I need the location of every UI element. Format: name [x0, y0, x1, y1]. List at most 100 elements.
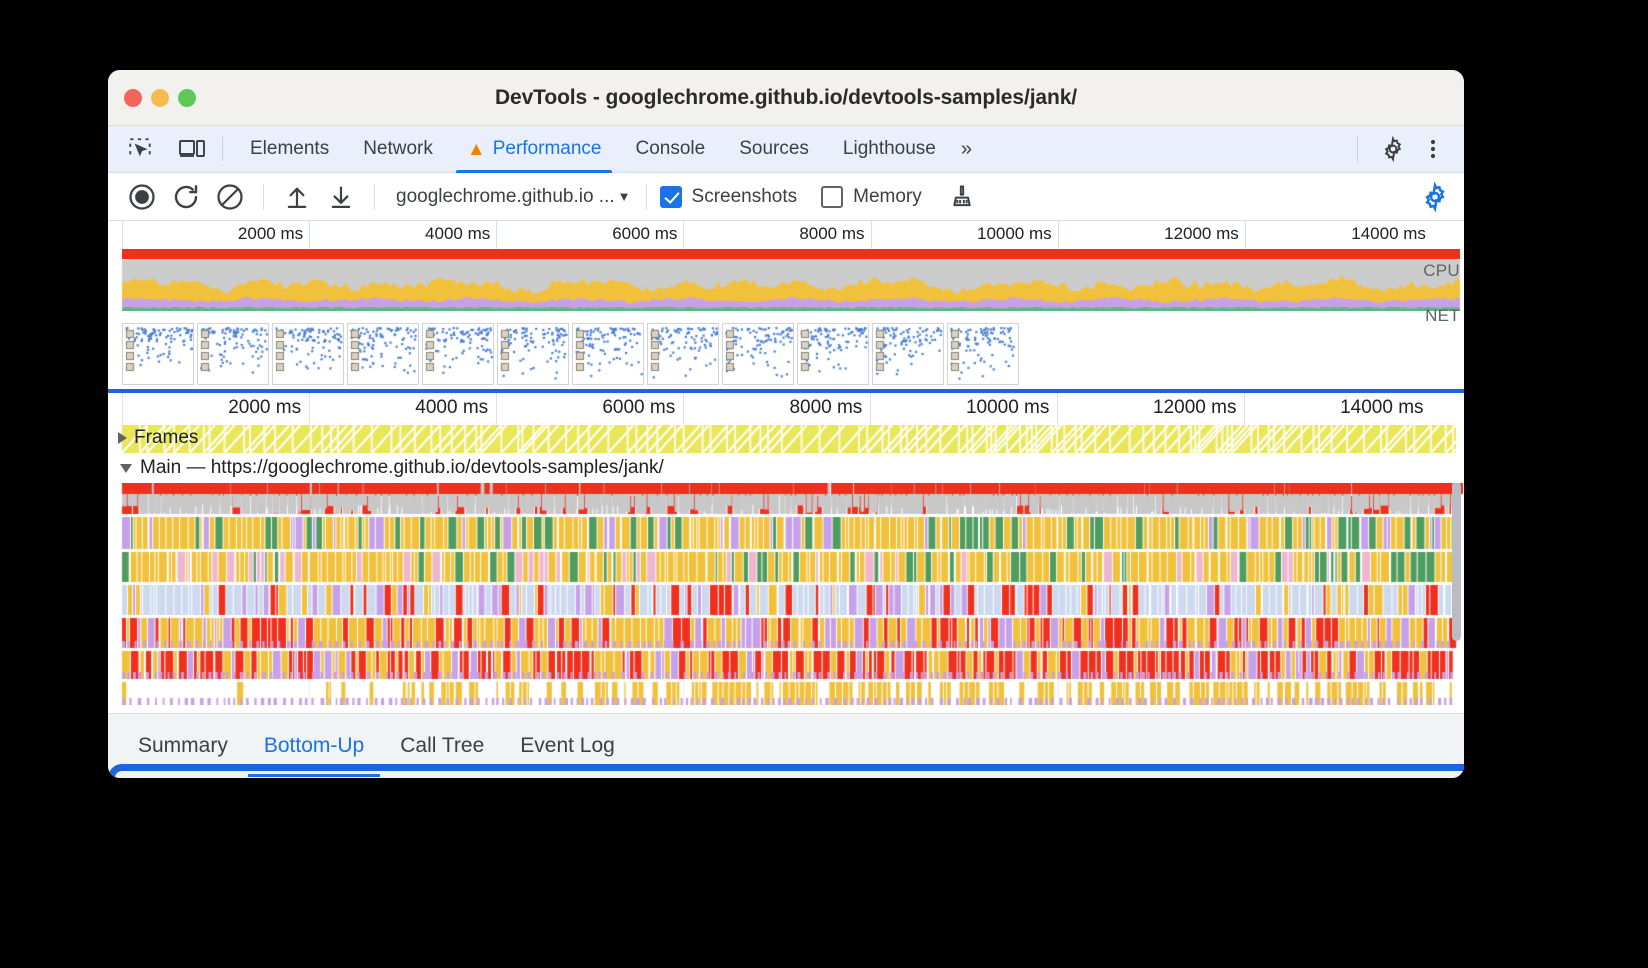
- memory-label: Memory: [853, 185, 922, 207]
- timeline-overview[interactable]: 2000 ms 4000 ms 6000 ms 8000 ms 10000 ms 1200…: [108, 221, 1464, 389]
- inspect-element-icon[interactable]: [120, 134, 160, 164]
- memory-checkbox[interactable]: Memory: [821, 185, 922, 208]
- filmstrip-thumbnail[interactable]: [422, 323, 494, 385]
- toolbar-divider-3: [645, 183, 647, 210]
- filmstrip-thumbnail[interactable]: [722, 323, 794, 385]
- main-track-label: Main — https://googlechrome.github.io/de…: [140, 457, 664, 478]
- more-vertical-icon[interactable]: [1414, 130, 1452, 168]
- detail-tick: 12000 ms: [1057, 393, 1244, 425]
- record-icon[interactable]: [120, 175, 164, 219]
- filmstrip-thumbnail[interactable]: [197, 323, 269, 385]
- overview-tick: 6000 ms: [496, 221, 683, 249]
- filmstrip-thumbnail[interactable]: [872, 323, 944, 385]
- devtools-tabstrip: Elements Network ▲ Performance Console S…: [108, 126, 1464, 173]
- download-profile-icon[interactable]: [319, 175, 363, 219]
- capture-settings-icon[interactable]: [1420, 181, 1450, 212]
- filmstrip-thumbnail[interactable]: [497, 323, 569, 385]
- tab-call-tree-label: Call Tree: [400, 734, 485, 757]
- overview-tick: 14000 ms: [1244, 221, 1432, 249]
- window-titlebar: DevTools - googlechrome.github.io/devtoo…: [108, 70, 1464, 126]
- filmstrip-thumbnail[interactable]: [647, 323, 719, 385]
- tab-console-label: Console: [635, 138, 706, 159]
- warning-triangle-icon: ▲: [466, 138, 486, 160]
- overview-tick: 4000 ms: [309, 221, 496, 249]
- filmstrip-thumbnail[interactable]: [122, 323, 194, 385]
- traffic-lights: [124, 88, 196, 107]
- filmstrip[interactable]: [108, 323, 1464, 389]
- toolbar-divider-1: [263, 183, 264, 210]
- filmstrip-thumbnail[interactable]: [797, 323, 869, 385]
- close-window-button[interactable]: [124, 88, 142, 107]
- detail-tick: 14000 ms: [1244, 393, 1431, 425]
- toolbar-divider-2: [374, 183, 375, 210]
- tab-console[interactable]: Console: [618, 126, 722, 173]
- detail-ruler: 2000 ms 4000 ms 6000 ms 8000 ms 10000 ms 1200…: [108, 393, 1464, 425]
- collapse-triangle-icon[interactable]: [120, 463, 132, 473]
- tab-summary[interactable]: Summary: [122, 715, 244, 777]
- filmstrip-thumbnail[interactable]: [347, 323, 419, 385]
- tab-bottom-up-label: Bottom-Up: [263, 734, 365, 757]
- cpu-chart-label: CPU: [1423, 261, 1460, 280]
- main-track-header[interactable]: Main — https://googlechrome.github.io/de…: [108, 453, 1464, 483]
- tab-performance[interactable]: ▲ Performance: [450, 126, 619, 173]
- frames-track-header[interactable]: Frames: [118, 427, 198, 449]
- tab-elements[interactable]: Elements: [233, 126, 346, 173]
- screenshot-root: DevTools - googlechrome.github.io/devtoo…: [0, 0, 1648, 968]
- long-task-bar: [122, 249, 1460, 259]
- overview-ruler: 2000 ms 4000 ms 6000 ms 8000 ms 10000 ms 1200…: [108, 221, 1464, 249]
- tab-summary-label: Summary: [138, 734, 228, 757]
- tabstrip-divider: [222, 137, 223, 161]
- gear-icon[interactable]: [1374, 130, 1412, 168]
- expand-triangle-icon[interactable]: [118, 432, 127, 444]
- detail-tick: 4000 ms: [309, 393, 496, 425]
- chevron-down-icon: ▼: [617, 189, 631, 204]
- frames-label: Frames: [134, 427, 199, 448]
- tab-network[interactable]: Network: [346, 126, 450, 173]
- overview-tick: 2000 ms: [122, 221, 309, 249]
- detail-tick: 2000 ms: [122, 393, 309, 425]
- tab-network-label: Network: [363, 138, 433, 159]
- detail-tick: 8000 ms: [683, 393, 870, 425]
- net-chart[interactable]: NET: [108, 306, 1464, 325]
- minimize-window-button[interactable]: [151, 88, 169, 107]
- overview-tick: 10000 ms: [870, 221, 1058, 249]
- tab-event-log-label: Event Log: [520, 734, 615, 757]
- profile-select[interactable]: googlechrome.github.io ... ▼: [392, 184, 635, 210]
- timeline-detail: 2000 ms 4000 ms 6000 ms 8000 ms 10000 ms 1200…: [108, 389, 1464, 778]
- clear-icon[interactable]: [208, 175, 252, 219]
- filmstrip-thumbnail[interactable]: [947, 323, 1019, 385]
- tab-lighthouse-label: Lighthouse: [842, 138, 936, 159]
- main-track[interactable]: Main — https://googlechrome.github.io/de…: [108, 453, 1464, 705]
- overview-tick: 12000 ms: [1057, 221, 1245, 249]
- screenshots-checkbox-box[interactable]: [659, 185, 682, 208]
- tab-sources[interactable]: Sources: [722, 126, 826, 173]
- tab-lighthouse[interactable]: Lighthouse: [826, 126, 953, 173]
- profile-select-label: googlechrome.github.io ...: [396, 185, 615, 207]
- net-chart-label: NET: [1425, 306, 1460, 325]
- reload-record-icon[interactable]: [164, 175, 208, 219]
- tab-event-log[interactable]: Event Log: [504, 715, 631, 777]
- collect-garbage-icon[interactable]: [940, 175, 984, 219]
- filmstrip-thumbnail[interactable]: [572, 323, 644, 385]
- tabstrip-right-tools: [1343, 130, 1464, 168]
- window-title: DevTools - googlechrome.github.io/devtoo…: [494, 85, 1078, 109]
- overview-tick: 8000 ms: [683, 221, 870, 249]
- maximize-window-button[interactable]: [178, 88, 196, 107]
- detail-tick: 6000 ms: [496, 393, 683, 425]
- tab-call-tree[interactable]: Call Tree: [384, 715, 500, 777]
- device-toolbar-icon[interactable]: [172, 134, 212, 164]
- flame-scrollbar[interactable]: [1452, 481, 1461, 641]
- tab-bottom-up[interactable]: Bottom-Up: [247, 715, 381, 777]
- tab-performance-label: Performance: [492, 138, 602, 159]
- cpu-chart[interactable]: CPU: [108, 259, 1464, 311]
- upload-profile-icon[interactable]: [275, 175, 319, 219]
- filmstrip-thumbnail[interactable]: [272, 323, 344, 385]
- tab-sources-label: Sources: [739, 138, 809, 159]
- tabstrip-right-divider: [1357, 136, 1358, 162]
- detail-tick: 10000 ms: [870, 393, 1057, 425]
- screenshots-checkbox[interactable]: Screenshots: [659, 185, 797, 208]
- frames-track[interactable]: Frames: [108, 425, 1464, 453]
- more-tabs-icon[interactable]: »: [953, 138, 978, 161]
- devtools-window: DevTools - googlechrome.github.io/devtoo…: [108, 70, 1464, 778]
- memory-checkbox-box[interactable]: [821, 185, 844, 208]
